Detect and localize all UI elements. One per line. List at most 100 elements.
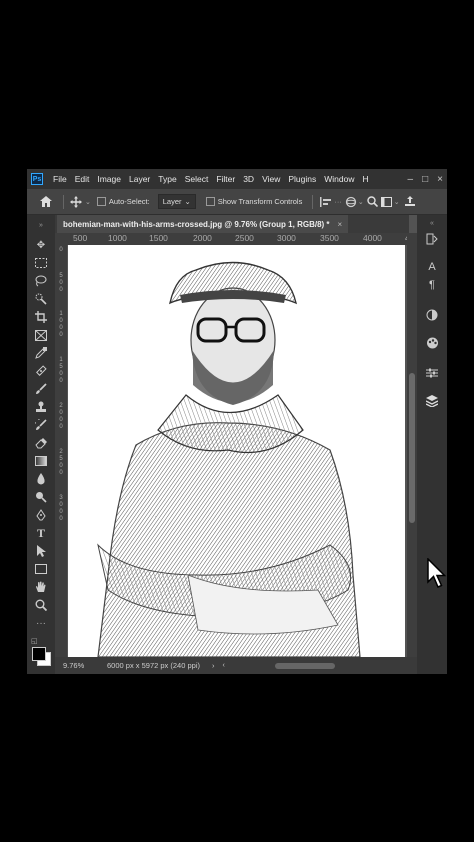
document-canvas[interactable]	[68, 245, 405, 657]
zoom-tool-icon[interactable]	[31, 597, 51, 613]
history-panel-icon[interactable]	[424, 231, 440, 247]
eyedropper-tool-icon[interactable]	[31, 345, 51, 361]
ruler-tick: 4000	[363, 233, 382, 243]
pen-tool-icon[interactable]	[31, 507, 51, 523]
minimize-button[interactable]: –	[408, 174, 414, 185]
menu-edit[interactable]: Edit	[71, 174, 94, 184]
ruler-tick: 2000	[193, 233, 212, 243]
horizontal-ruler: 500 1000 1500 2000 2500 3000 3500 4000 4…	[67, 233, 407, 245]
crop-tool-icon[interactable]	[31, 309, 51, 325]
document-tab[interactable]: bohemian-man-with-his-arms-crossed.jpg @…	[57, 215, 349, 233]
character-panel-icon[interactable]: A	[424, 259, 440, 275]
ruler-tick: 0	[59, 516, 63, 522]
rectangle-tool-icon[interactable]	[31, 561, 51, 577]
photoshop-logo: Ps	[31, 173, 43, 185]
color-panel-icon[interactable]	[424, 307, 440, 323]
close-button[interactable]: ×	[437, 174, 443, 185]
menu-layer[interactable]: Layer	[125, 174, 154, 184]
menu-filter[interactable]: Filter	[212, 174, 239, 184]
close-tab-icon[interactable]: ×	[338, 220, 343, 229]
menu-help[interactable]: H	[358, 174, 372, 184]
ruler-tick: 2	[59, 449, 63, 455]
type-tool-icon[interactable]: T	[31, 525, 51, 541]
search-icon[interactable]	[366, 195, 380, 209]
path-selection-tool-icon[interactable]	[31, 543, 51, 559]
scrollbar-thumb[interactable]	[409, 373, 415, 523]
menu-type[interactable]: Type	[154, 174, 180, 184]
3d-orbit-icon[interactable]	[344, 195, 358, 209]
share-icon[interactable]	[403, 195, 417, 209]
healing-brush-tool-icon[interactable]	[31, 363, 51, 379]
ruler-tick: 5	[59, 456, 63, 462]
chevron-down-icon[interactable]: ⌄	[394, 198, 400, 206]
auto-select-value: Layer	[162, 197, 182, 206]
ruler-tick: 3	[59, 495, 63, 501]
menu-select[interactable]: Select	[181, 174, 213, 184]
document-dimensions: 6000 px x 5972 px (240 ppi)	[107, 661, 200, 670]
show-transform-checkbox[interactable]	[205, 197, 215, 206]
options-bar: ⌄ Auto-Select: Layer ⌄ Show Transform Co…	[27, 189, 447, 215]
auto-select-checkbox[interactable]	[96, 197, 106, 206]
ruler-tick: 5	[59, 364, 63, 370]
clone-stamp-tool-icon[interactable]	[31, 399, 51, 415]
ruler-tick: 0	[59, 424, 63, 430]
more-options-icon[interactable]: ···	[334, 197, 342, 206]
eraser-tool-icon[interactable]	[31, 435, 51, 451]
chevron-down-icon[interactable]: ⌄	[85, 198, 91, 206]
foreground-color-swatch[interactable]	[32, 647, 46, 661]
menu-bar: Ps File Edit Image Layer Type Select Fil…	[27, 169, 447, 189]
menu-window[interactable]: Window	[320, 174, 358, 184]
home-icon[interactable]	[39, 195, 53, 209]
ruler-tick: 0	[59, 371, 63, 377]
menu-image[interactable]: Image	[93, 174, 125, 184]
menu-file[interactable]: File	[49, 174, 71, 184]
dodge-tool-icon[interactable]	[31, 489, 51, 505]
paragraph-panel-icon[interactable]: ¶	[424, 277, 440, 293]
blur-tool-icon[interactable]	[31, 471, 51, 487]
auto-select-label: Auto-Select:	[108, 197, 150, 206]
adjustments-panel-icon[interactable]	[424, 365, 440, 381]
frame-tool-icon[interactable]	[31, 327, 51, 343]
chevron-down-icon: ⌄	[184, 197, 191, 206]
status-arrow-icon[interactable]: ›	[212, 661, 215, 670]
quick-selection-tool-icon[interactable]	[31, 291, 51, 307]
ruler-tick: 0	[59, 378, 63, 384]
maximize-button[interactable]: □	[422, 174, 428, 185]
menu-plugins[interactable]: Plugins	[284, 174, 320, 184]
chevron-down-icon[interactable]: ⌄	[358, 198, 364, 206]
document-tab-bar: bohemian-man-with-his-arms-crossed.jpg @…	[55, 215, 409, 233]
marquee-tool-icon[interactable]	[31, 255, 51, 271]
layers-panel-icon[interactable]	[424, 393, 440, 409]
ruler-tick: 0	[59, 332, 63, 338]
document-tab-title: bohemian-man-with-his-arms-crossed.jpg @…	[63, 219, 330, 229]
edit-toolbar-icon[interactable]: ···	[31, 615, 51, 631]
align-icon[interactable]	[318, 195, 332, 209]
ruler-tick: 500	[73, 233, 88, 243]
history-brush-tool-icon[interactable]	[31, 417, 51, 433]
ruler-tick: 0	[59, 325, 63, 331]
tools-panel: » ✥ T ··· ◱	[27, 215, 55, 674]
ruler-tick: 0	[59, 463, 63, 469]
vertical-scrollbar[interactable]	[407, 233, 417, 657]
workspace-icon[interactable]	[380, 195, 394, 209]
ruler-tick: 0	[59, 247, 63, 253]
ruler-tick: 3500	[320, 233, 339, 243]
scroll-left-icon[interactable]: ‹	[222, 662, 224, 669]
swatches-panel-icon[interactable]	[424, 335, 440, 351]
collapse-toolbar-icon[interactable]: »	[31, 217, 51, 233]
move-tool-icon[interactable]: ✥	[31, 237, 51, 253]
hand-tool-icon[interactable]	[31, 579, 51, 595]
menu-3d[interactable]: 3D	[239, 174, 258, 184]
lasso-tool-icon[interactable]	[31, 273, 51, 289]
move-tool-icon[interactable]	[69, 195, 83, 209]
ruler-tick: 0	[59, 318, 63, 324]
canvas-area[interactable]	[67, 245, 407, 657]
zoom-level[interactable]: 9.76%	[63, 661, 107, 670]
ruler-tick: 0	[59, 502, 63, 508]
menu-view[interactable]: View	[258, 174, 284, 184]
gradient-tool-icon[interactable]	[31, 453, 51, 469]
brush-tool-icon[interactable]	[31, 381, 51, 397]
horizontal-scrollbar-thumb[interactable]	[274, 662, 335, 669]
auto-select-dropdown[interactable]: Layer ⌄	[157, 194, 196, 209]
expand-panels-icon[interactable]: «	[424, 215, 440, 231]
